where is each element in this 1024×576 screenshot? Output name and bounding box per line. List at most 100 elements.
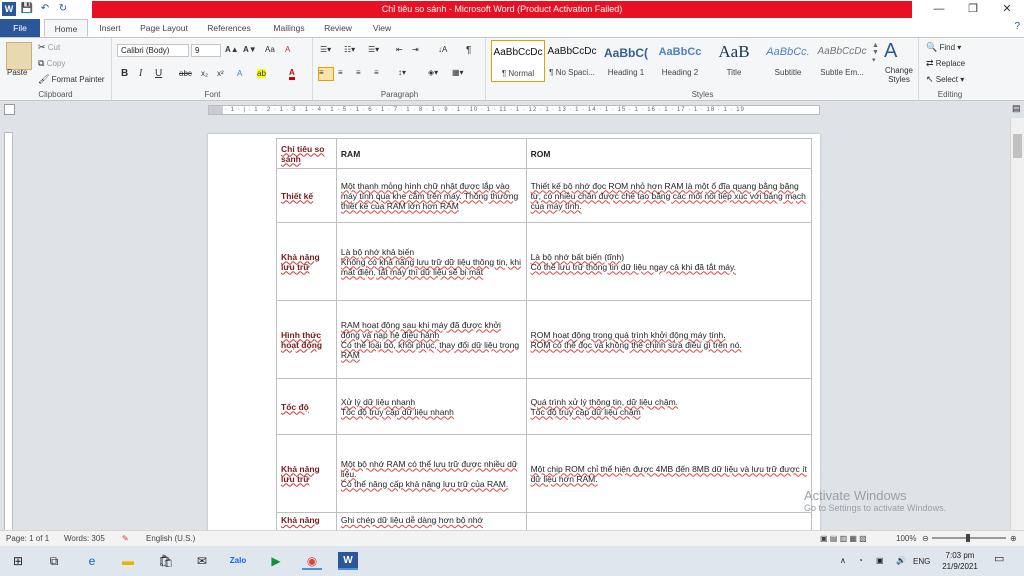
horizontal-ruler[interactable]: · 1 · | · 1 · 2 · 1 · 3 · 1 · 4 · 1 · 5 …: [208, 105, 820, 115]
find-button[interactable]: 🔍 Find ▾: [926, 42, 961, 53]
align-right-icon[interactable]: ≡: [356, 68, 361, 77]
numbering-icon[interactable]: ☷▾: [344, 45, 355, 54]
scrollbar-thumb[interactable]: [1013, 134, 1022, 158]
edge-icon[interactable]: e: [82, 552, 102, 570]
superscript-button[interactable]: x²: [217, 69, 224, 78]
rom-cell[interactable]: [525, 512, 813, 530]
header-rom[interactable]: ROM: [525, 138, 813, 169]
speaker-icon[interactable]: 🔊: [896, 555, 906, 566]
close-button[interactable]: ✕: [990, 0, 1024, 19]
shading-icon[interactable]: ◈▾: [428, 68, 438, 77]
font-color-button[interactable]: A: [289, 68, 295, 80]
comparison-table[interactable]: Chỉ tiêu so sánh RAM ROM Thiết kế Một th…: [276, 138, 813, 530]
row-label[interactable]: Thiết kế: [276, 168, 337, 223]
justify-icon[interactable]: ≡: [374, 68, 379, 77]
ram-cell[interactable]: RAM hoạt động sau khi máy đã được khởi đ…: [335, 300, 527, 379]
style-heading-2[interactable]: AaBbCc Heading 2: [653, 40, 707, 82]
clock[interactable]: 7:03 pm 21/9/2021: [940, 550, 980, 572]
rom-cell[interactable]: Một chip ROM chỉ thể hiện được 4MB đến 8…: [525, 434, 813, 513]
bold-button[interactable]: B: [121, 68, 128, 79]
format-painter-button[interactable]: 🖌 Format Painter: [38, 74, 105, 85]
decrease-indent-icon[interactable]: ⇤: [396, 45, 403, 54]
input-language[interactable]: ENG: [913, 556, 930, 567]
font-name-select[interactable]: Calibri (Body): [117, 44, 189, 57]
style-subtle-emphasis[interactable]: AaBbCcDc Subtle Em...: [815, 40, 869, 82]
file-explorer-icon[interactable]: ▬: [118, 552, 138, 570]
bullets-icon[interactable]: ☰▾: [320, 45, 331, 54]
select-button[interactable]: ↖ Select ▾: [926, 74, 964, 85]
mail-icon[interactable]: ✉: [192, 552, 212, 570]
tab-insert[interactable]: Insert: [90, 19, 130, 37]
document-page[interactable]: Chỉ tiêu so sánh RAM ROM Thiết kế Một th…: [208, 134, 820, 530]
rom-cell[interactable]: ROM hoạt động trong quá trình khởi động …: [525, 300, 813, 379]
underline-button[interactable]: U: [155, 68, 162, 79]
italic-button[interactable]: I: [139, 68, 142, 79]
subscript-button[interactable]: x₂: [201, 69, 208, 78]
ram-cell[interactable]: Là bộ nhớ khả biến Không có khả năng lưu…: [335, 222, 527, 301]
borders-icon[interactable]: ▦▾: [452, 68, 464, 77]
store-icon[interactable]: 🛍: [156, 552, 176, 570]
replace-button[interactable]: ⇄ Replace: [926, 58, 965, 69]
cut-button[interactable]: ✂ Cut: [38, 42, 60, 53]
view-ruler-icon[interactable]: ▤: [1012, 103, 1022, 115]
undo-icon[interactable]: ↶: [38, 2, 52, 16]
save-icon[interactable]: 💾: [20, 2, 34, 16]
clear-format-button[interactable]: A: [285, 45, 290, 54]
style-normal[interactable]: AaBbCcDc ¶ Normal: [491, 40, 545, 82]
minimize-button[interactable]: —: [922, 0, 956, 19]
multilevel-list-icon[interactable]: ☰▾: [368, 45, 379, 54]
zalo-icon[interactable]: Zalo: [228, 552, 248, 570]
copy-button[interactable]: ⧉ Copy: [38, 58, 65, 69]
ram-cell[interactable]: Ghi chép dữ liệu dễ dàng hơn bộ nhớ: [335, 512, 527, 530]
tab-selector[interactable]: [4, 104, 15, 115]
tray-app-icon[interactable]: ▣: [876, 555, 884, 566]
ram-cell[interactable]: Một thanh mỏng hình chữ nhật được lắp và…: [335, 168, 527, 223]
header-criteria[interactable]: Chỉ tiêu so sánh: [276, 138, 337, 169]
change-styles-icon[interactable]: A: [884, 40, 897, 63]
tab-references[interactable]: References: [200, 19, 258, 37]
rom-cell[interactable]: Là bộ nhớ bất biến (tĩnh) Có thể lưu trữ…: [525, 222, 813, 301]
align-left-icon[interactable]: ≡: [318, 67, 334, 81]
paste-icon[interactable]: [6, 42, 32, 70]
row-label[interactable]: Hình thức hoạt động: [276, 300, 337, 379]
highlight-button[interactable]: ab: [257, 69, 266, 78]
row-label[interactable]: Khả năng: [276, 512, 337, 530]
ram-cell[interactable]: Một bộ nhớ RAM có thể lưu trữ được nhiều…: [335, 434, 527, 513]
word-taskbar-icon[interactable]: W: [338, 552, 358, 570]
paste-button[interactable]: Paste: [7, 68, 27, 77]
change-case-button[interactable]: Aa: [265, 45, 275, 54]
styles-scroll-icon[interactable]: ▲ ▼ ▾: [872, 42, 879, 64]
tab-mailings[interactable]: Mailings: [264, 19, 314, 37]
tab-view[interactable]: View: [364, 19, 400, 37]
vertical-ruler[interactable]: [4, 132, 13, 530]
view-buttons-icon[interactable]: ▣ ▤ ▥ ▦ ▧: [820, 531, 867, 546]
row-label[interactable]: Tốc độ: [276, 378, 337, 435]
redo-icon[interactable]: ↻: [56, 2, 70, 16]
word-count[interactable]: Words: 305: [64, 531, 105, 546]
zoom-level[interactable]: 100%: [896, 531, 916, 546]
font-size-select[interactable]: 9: [191, 44, 221, 57]
shrink-font-button[interactable]: A▼: [243, 45, 257, 54]
align-center-icon[interactable]: ≡: [338, 68, 343, 77]
show-marks-button[interactable]: ¶: [466, 45, 471, 56]
vertical-scrollbar[interactable]: [1010, 118, 1024, 530]
strikethrough-button[interactable]: abc: [179, 69, 192, 78]
notifications-icon[interactable]: ▭: [994, 554, 1004, 565]
grow-font-button[interactable]: A▲: [225, 45, 239, 54]
change-styles-button[interactable]: Change Styles: [882, 66, 916, 84]
meet-icon[interactable]: ▶: [266, 552, 286, 570]
tab-review[interactable]: Review: [318, 19, 358, 37]
rom-cell[interactable]: Quá trình xử lý thông tin, dữ liệu chậm.…: [525, 378, 813, 435]
tray-app-icon[interactable]: ◔: [858, 555, 863, 566]
help-icon[interactable]: ?: [1014, 21, 1020, 32]
language-indicator[interactable]: English (U.S.): [146, 531, 195, 546]
header-ram[interactable]: RAM: [335, 138, 527, 169]
zoom-slider-knob[interactable]: [966, 534, 970, 542]
restore-button[interactable]: ❐: [956, 0, 990, 19]
line-spacing-icon[interactable]: ↕▾: [398, 68, 406, 77]
row-label[interactable]: Khả năng lưu trữ: [276, 434, 337, 513]
ram-cell[interactable]: Xử lý dữ liệu nhanh Tốc độ truy cập dữ l…: [335, 378, 527, 435]
row-label[interactable]: Khả năng lưu trữ: [276, 222, 337, 301]
windows-start-icon[interactable]: ⊞: [8, 552, 28, 570]
style-title[interactable]: AaB Title: [707, 40, 761, 82]
